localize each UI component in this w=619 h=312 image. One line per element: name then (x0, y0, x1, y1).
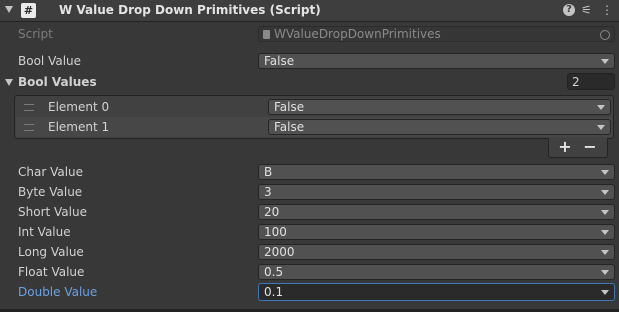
script-field: WValueDropDownPrimitives (258, 26, 615, 42)
drag-handle-icon[interactable] (24, 124, 34, 131)
element-dropdown[interactable]: False (268, 99, 611, 115)
object-picker-icon[interactable] (600, 30, 610, 40)
element-label: Element 0 (48, 100, 110, 114)
bool-value-label: Bool Value (18, 54, 82, 68)
dropdown-arrow-icon (601, 250, 609, 255)
double-value-selected: 0.1 (264, 285, 284, 299)
bool-values-size: 2 (572, 75, 580, 89)
element-selected: False (274, 100, 305, 114)
byte-value-selected: 3 (264, 185, 272, 199)
long-value-dropdown[interactable]: 2000 (258, 244, 615, 260)
dropdown-arrow-icon (601, 170, 609, 175)
bool-values-label[interactable]: Bool Values (18, 75, 97, 89)
dropdown-arrow-icon (601, 230, 609, 235)
long-value-label: Long Value (18, 245, 84, 259)
float-value-dropdown[interactable]: 0.5 (258, 264, 615, 280)
dropdown-arrow-icon (601, 210, 609, 215)
byte-value-dropdown[interactable]: 3 (258, 184, 615, 200)
bool-values-size-field[interactable]: 2 (567, 73, 615, 90)
script-label: Script (18, 27, 53, 41)
int-value-dropdown[interactable]: 100 (258, 224, 615, 240)
bool-values-foldout-icon[interactable] (5, 79, 13, 86)
drag-handle-icon[interactable] (24, 104, 34, 111)
dropdown-arrow-icon (597, 125, 605, 130)
list-item[interactable]: Element 0 False (16, 97, 612, 117)
int-value-label: Int Value (18, 225, 71, 239)
foldout-arrow-icon[interactable] (5, 6, 13, 13)
component-header[interactable]: # W Value Drop Down Primitives (Script) … (0, 0, 619, 22)
more-icon[interactable]: ⋮ (601, 3, 613, 17)
float-value-label: Float Value (18, 265, 85, 279)
double-value-label: Double Value (18, 285, 98, 299)
help-icon[interactable]: ? (563, 4, 575, 16)
short-value-dropdown[interactable]: 20 (258, 204, 615, 220)
long-value-selected: 2000 (264, 245, 295, 259)
element-label: Element 1 (48, 120, 110, 134)
dropdown-arrow-icon (601, 270, 609, 275)
bool-value-dropdown[interactable]: False (258, 53, 615, 69)
script-hash-icon: # (21, 3, 36, 18)
add-element-button[interactable]: + (554, 139, 576, 155)
dropdown-arrow-icon (601, 59, 609, 64)
int-value-selected: 100 (264, 225, 287, 239)
char-value-dropdown[interactable]: B (258, 164, 615, 180)
float-value-selected: 0.5 (264, 265, 284, 279)
dropdown-arrow-icon (597, 105, 605, 110)
bool-values-list: Element 0 False Element 1 False (14, 95, 614, 139)
element-selected: False (274, 120, 305, 134)
presets-icon[interactable]: ⚟ (581, 3, 592, 17)
script-file-icon (263, 30, 270, 39)
element-dropdown[interactable]: False (268, 119, 611, 135)
dropdown-arrow-icon (601, 190, 609, 195)
short-value-selected: 20 (264, 205, 280, 219)
script-field-value: WValueDropDownPrimitives (274, 27, 441, 41)
bool-value-selected: False (264, 54, 295, 68)
list-item[interactable]: Element 1 False (16, 117, 612, 137)
component-title: W Value Drop Down Primitives (Script) (59, 3, 321, 17)
char-value-label: Char Value (18, 165, 84, 179)
double-value-dropdown[interactable]: 0.1 (258, 283, 615, 301)
byte-value-label: Byte Value (18, 185, 83, 199)
dropdown-arrow-icon (601, 290, 609, 295)
char-value-selected: B (264, 165, 273, 179)
remove-element-button[interactable]: − (579, 139, 601, 155)
short-value-label: Short Value (18, 205, 87, 219)
list-footer: + − (548, 138, 608, 158)
